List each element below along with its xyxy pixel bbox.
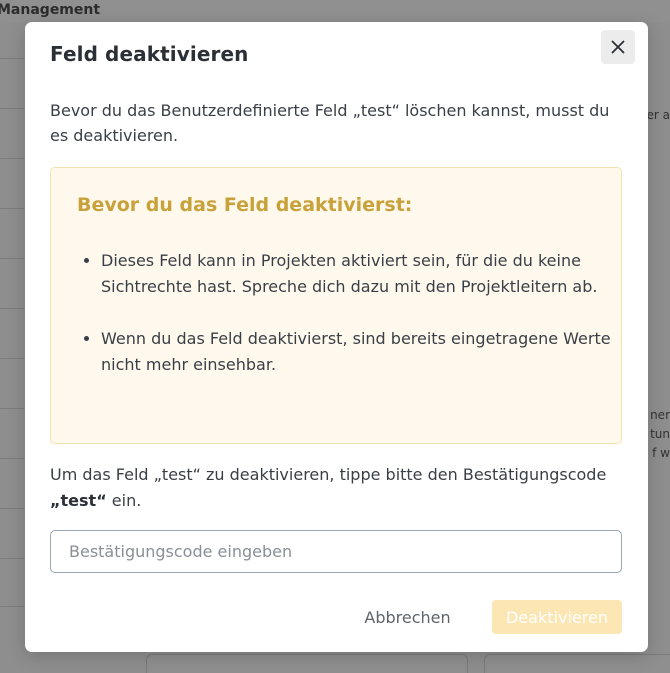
dialog-intro-text: Bevor du das Benutzerdefinierte Feld „te… bbox=[50, 101, 610, 145]
background-row-divider bbox=[0, 258, 24, 259]
deactivate-field-dialog: Feld deaktivieren Bevor du das Benutzerd… bbox=[25, 22, 648, 652]
warning-box: Bevor du das Feld deaktivierst: Dieses F… bbox=[50, 167, 622, 444]
background-row-divider bbox=[0, 358, 24, 359]
background-text-fragment: ner bbox=[650, 408, 670, 422]
cancel-button[interactable]: Abbrechen bbox=[355, 600, 460, 634]
background-row-divider bbox=[0, 458, 24, 459]
confirmation-prefix: Um das Feld „test“ zu deaktivieren, tipp… bbox=[50, 465, 607, 484]
background-header bbox=[0, 0, 670, 22]
background-row-divider bbox=[0, 606, 24, 607]
background-row-divider bbox=[0, 158, 24, 159]
warning-title: Bevor du das Feld deaktivierst: bbox=[77, 194, 413, 216]
confirmation-code: „test“ bbox=[50, 491, 107, 510]
dialog-title: Feld deaktivieren bbox=[50, 42, 249, 66]
close-button[interactable] bbox=[601, 30, 635, 64]
background-row-divider bbox=[0, 108, 24, 109]
background-row-divider bbox=[0, 308, 24, 309]
warning-list: Dieses Feld kann in Projekten aktiviert … bbox=[75, 248, 621, 404]
background-row-divider bbox=[0, 408, 24, 409]
deactivate-button[interactable]: Deaktivieren bbox=[492, 600, 622, 634]
background-page-title: Management bbox=[0, 2, 101, 18]
background-row-divider bbox=[0, 58, 24, 59]
background-card bbox=[146, 654, 468, 673]
background-row-divider bbox=[0, 508, 24, 509]
background-text-fragment: tun bbox=[650, 427, 670, 441]
confirmation-instruction: Um das Feld „test“ zu deaktivieren, tipp… bbox=[50, 462, 630, 514]
background-row-divider bbox=[0, 208, 24, 209]
background-table-left bbox=[0, 38, 24, 673]
background-row-divider bbox=[0, 558, 24, 559]
background-text-fragment: f w bbox=[652, 446, 670, 460]
background-panel-right: er a ner tun f w bbox=[646, 22, 670, 673]
confirmation-suffix: ein. bbox=[106, 491, 142, 510]
background-text-fragment: er a bbox=[646, 108, 670, 122]
confirmation-code-input[interactable] bbox=[50, 530, 622, 573]
background-card bbox=[484, 654, 670, 673]
close-icon bbox=[611, 40, 625, 54]
warning-item: Dieses Feld kann in Projekten aktiviert … bbox=[101, 248, 621, 300]
warning-item: Wenn du das Feld deaktivierst, sind bere… bbox=[101, 326, 621, 378]
